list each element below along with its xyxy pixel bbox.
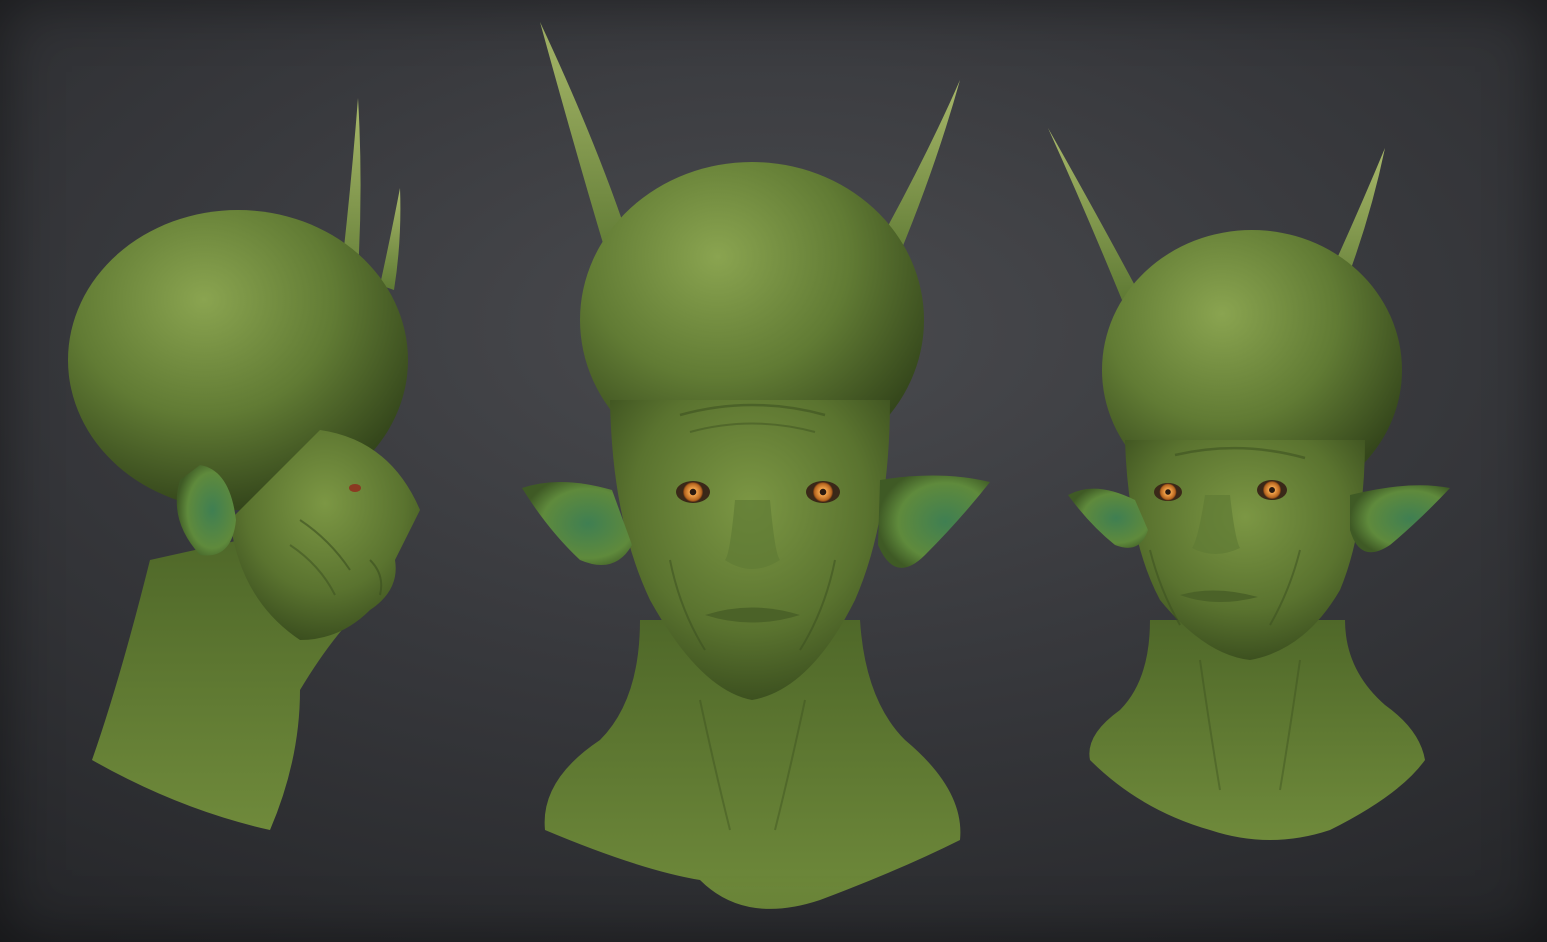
three-quarter-view-head: [1048, 128, 1450, 840]
3d-viewport[interactable]: [0, 0, 1547, 942]
sculpt-render: [68, 22, 1450, 909]
side-view-head: [68, 98, 420, 830]
front-view-head: [522, 22, 990, 909]
